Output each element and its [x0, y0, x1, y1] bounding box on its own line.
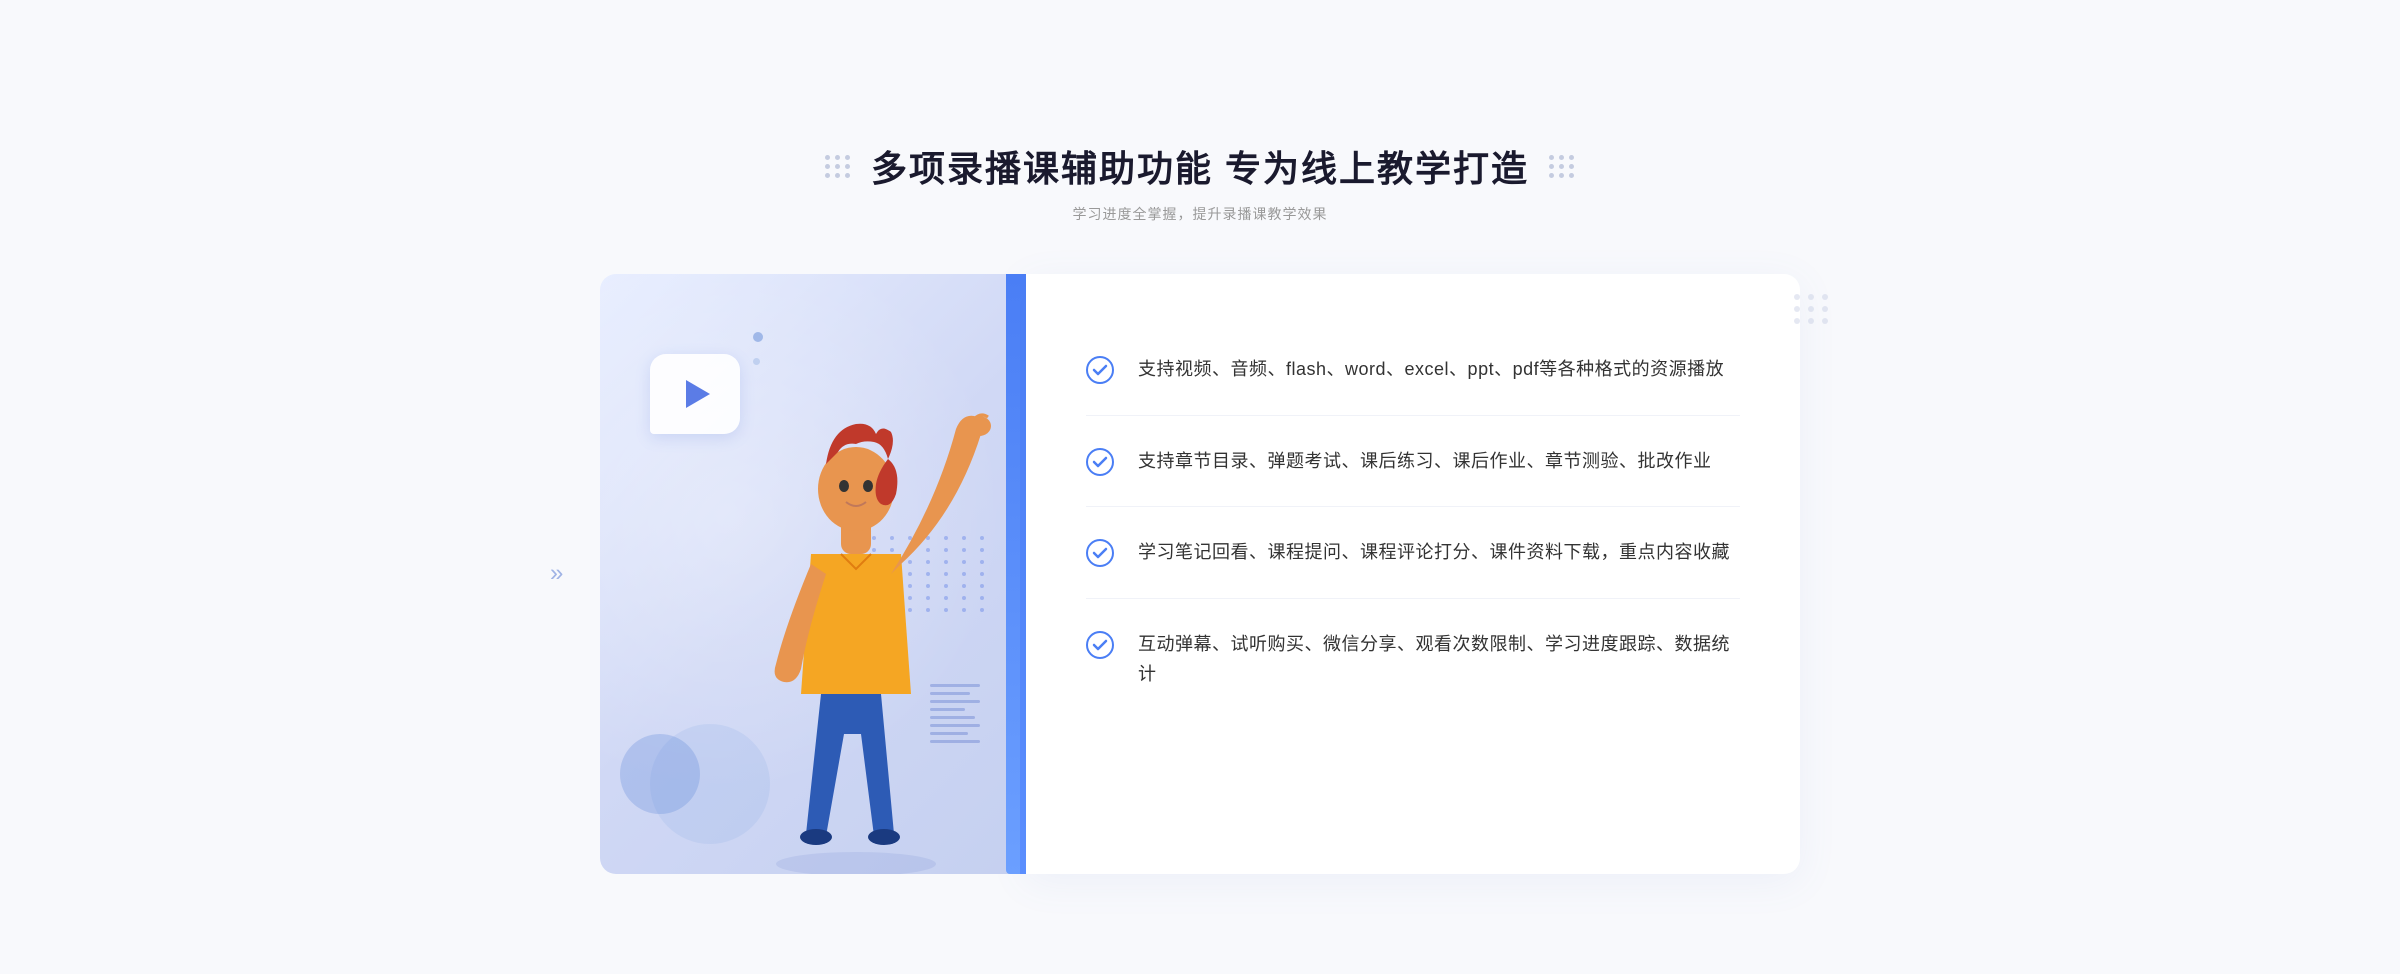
left-dot-grid [825, 155, 851, 178]
page-subtitle: 学习进度全掌握，提升录播课教学效果 [600, 204, 1800, 224]
deco-circle-small [620, 734, 700, 814]
right-dot-grid [1549, 155, 1575, 178]
content-section: » [600, 274, 1800, 874]
check-icon-1 [1086, 356, 1114, 384]
header-decorators: 多项录播课辅助功能 专为线上教学打造 [600, 140, 1800, 192]
outer-dots-right [1794, 294, 1830, 324]
features-area: 支持视频、音频、flash、word、excel、ppt、pdf等各种格式的资源… [1026, 274, 1800, 874]
header-section: 多项录播课辅助功能 专为线上教学打造 学习进度全掌握，提升录播课教学效果 [600, 100, 1800, 254]
blue-accent-strip [1006, 274, 1020, 874]
play-icon [686, 380, 710, 408]
human-figure-illustration [726, 354, 1006, 874]
check-icon-3 [1086, 539, 1114, 567]
feature-text-4: 互动弹幕、试听购买、微信分享、观看次数限制、学习进度跟踪、数据统计 [1138, 629, 1740, 690]
feature-item-1: 支持视频、音频、flash、word、excel、ppt、pdf等各种格式的资源… [1086, 324, 1740, 416]
illustration-area [600, 274, 1020, 874]
page-title: 多项录播课辅助功能 专为线上教学打造 [871, 140, 1529, 192]
feature-text-3: 学习笔记回看、课程提问、课程评论打分、课件资料下载，重点内容收藏 [1138, 537, 1730, 568]
feature-item-4: 互动弹幕、试听购买、微信分享、观看次数限制、学习进度跟踪、数据统计 [1086, 599, 1740, 720]
feature-text-1: 支持视频、音频、flash、word、excel、ppt、pdf等各种格式的资源… [1138, 354, 1724, 385]
page-wrapper: 多项录播课辅助功能 专为线上教学打造 学习进度全掌握，提升录播课教学效果 » [600, 100, 1800, 874]
chevron-icon: » [550, 560, 563, 589]
feature-item-3: 学习笔记回看、课程提问、课程评论打分、课件资料下载，重点内容收藏 [1086, 507, 1740, 599]
check-icon-4 [1086, 631, 1114, 659]
feature-item-2: 支持章节目录、弹题考试、课后练习、课后作业、章节测验、批改作业 [1086, 416, 1740, 508]
check-icon-2 [1086, 448, 1114, 476]
feature-text-2: 支持章节目录、弹题考试、课后练习、课后作业、章节测验、批改作业 [1138, 446, 1712, 477]
left-arrow-decoration: » [550, 560, 563, 589]
